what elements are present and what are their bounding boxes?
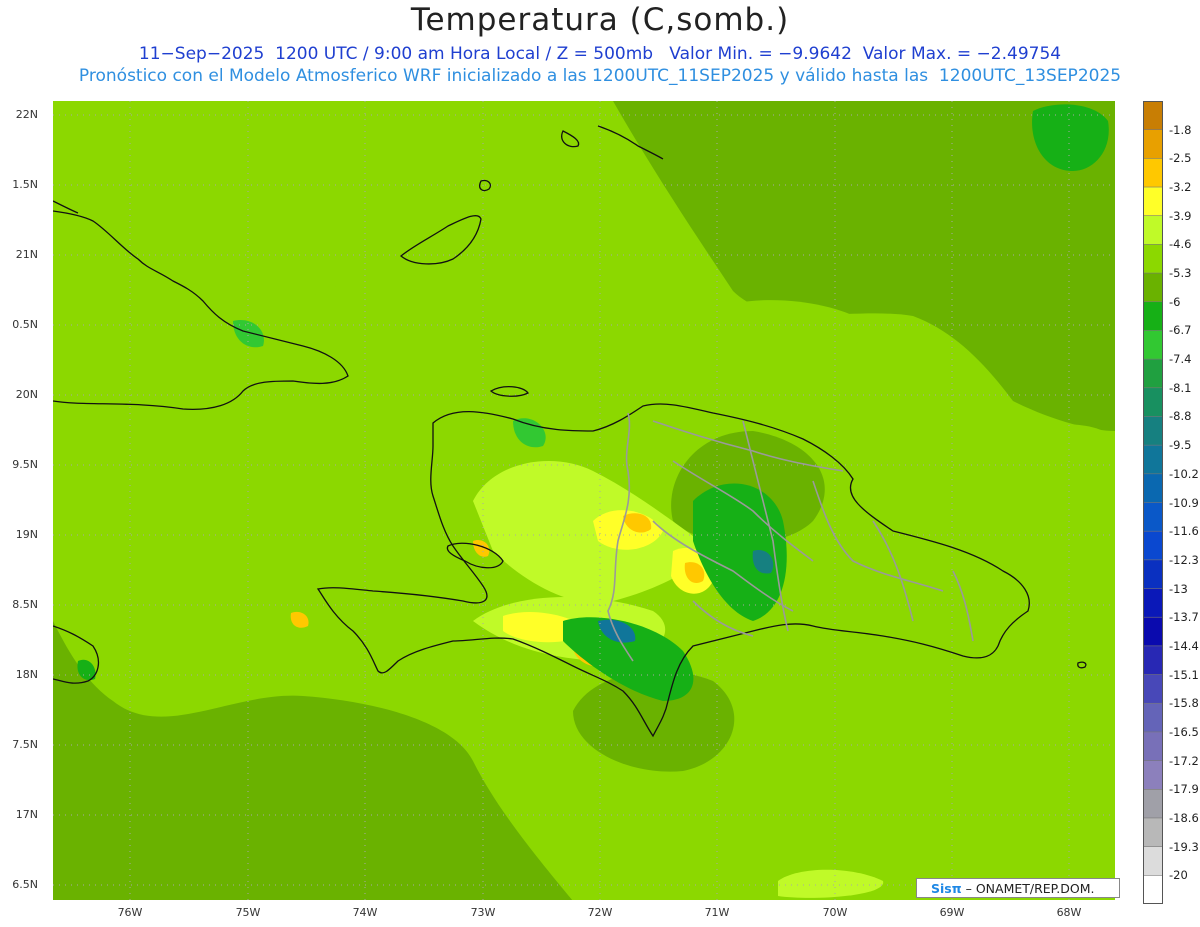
lon-label: 70W	[822, 906, 848, 919]
colorbar-swatch	[1143, 272, 1163, 303]
colorbar-swatch	[1143, 129, 1163, 160]
colorbar-label: -12.3	[1169, 552, 1199, 567]
colorbar-label: -15.8	[1169, 696, 1199, 711]
colorbar-label: -3.2	[1169, 180, 1192, 195]
colorbar-label: -8.8	[1169, 409, 1192, 424]
colorbar-swatch	[1143, 559, 1163, 590]
lat-label: 17N	[15, 808, 38, 821]
colorbar-label: -1.8	[1169, 122, 1192, 137]
lat-label: 8.5N	[12, 598, 38, 611]
colorbar-swatch	[1143, 875, 1163, 904]
colorbar-swatch	[1143, 702, 1163, 733]
colorbar-swatch	[1143, 244, 1163, 274]
colorbar-label: -11.6	[1169, 524, 1199, 539]
colorbar-label: -8.1	[1169, 380, 1192, 395]
colorbar-swatch	[1143, 215, 1163, 246]
map-subtitle-run-info: 11−Sep−2025 1200 UTC / 9:00 am Hora Loca…	[138, 44, 1062, 64]
colorbar-swatch	[1143, 473, 1163, 504]
lat-label: 9.5N	[12, 458, 38, 471]
colorbar-swatch	[1143, 817, 1163, 848]
lon-label: 74W	[352, 906, 378, 919]
colorbar-label: -20	[1169, 868, 1188, 883]
colorbar-label: -4.6	[1169, 237, 1192, 252]
lat-label: 20N	[15, 388, 38, 401]
colorbar-label: -13.7	[1169, 610, 1199, 625]
colorbar-label: -18.6	[1169, 810, 1199, 825]
colorbar-label: -16.5	[1169, 724, 1199, 739]
lat-label: 21N	[15, 248, 38, 261]
colorbar-swatch	[1143, 101, 1163, 131]
colorbar-label: -13	[1169, 581, 1188, 596]
colorbar-swatch	[1143, 330, 1163, 360]
lon-label: 68W	[1056, 906, 1082, 919]
colorbar-swatch	[1143, 674, 1163, 705]
colorbar-swatch	[1143, 731, 1163, 762]
lat-label: 22N	[15, 108, 38, 121]
credit-text: – ONAMET/REP.DOM.	[965, 881, 1095, 896]
colorbar-label: -2.5	[1169, 151, 1192, 166]
colorbar-swatch	[1143, 186, 1163, 217]
lat-label: 0.5N	[12, 318, 38, 331]
lon-label: 71W	[704, 906, 730, 919]
colorbar-label: -7.4	[1169, 352, 1192, 367]
lon-label: 72W	[587, 906, 613, 919]
colorbar-swatch	[1143, 416, 1163, 446]
credit-brand: Sisπ	[931, 881, 962, 896]
colorbar-swatch	[1143, 645, 1163, 676]
colorbar-swatch	[1143, 502, 1163, 532]
lat-label: 6.5N	[12, 878, 38, 891]
colorbar-swatch	[1143, 588, 1163, 619]
lon-label: 73W	[470, 906, 496, 919]
colorbar-swatch	[1143, 530, 1163, 561]
colorbar-swatch	[1143, 760, 1163, 791]
lon-label: 75W	[235, 906, 261, 919]
colorbar-label: -10.9	[1169, 495, 1199, 510]
lon-label: 76W	[117, 906, 143, 919]
credit-box: Sisπ – ONAMET/REP.DOM.	[916, 878, 1120, 898]
colorbar-swatch	[1143, 387, 1163, 418]
colorbar-swatch	[1143, 444, 1163, 475]
colorbar-label: -5.3	[1169, 266, 1192, 281]
lat-label: 19N	[15, 528, 38, 541]
colorbar-label: -6.7	[1169, 323, 1192, 338]
colorbar-swatch	[1143, 616, 1163, 647]
map-title: Temperatura (C,somb.)	[410, 2, 790, 38]
lat-label: 7.5N	[12, 738, 38, 751]
colorbar-swatch	[1143, 846, 1163, 877]
colorbar-label: -19.3	[1169, 839, 1199, 854]
colorbar-label: -17.2	[1169, 753, 1199, 768]
colorbar-label: -14.4	[1169, 638, 1199, 653]
colorbar-swatch	[1143, 358, 1163, 389]
colorbar-label: -9.5	[1169, 438, 1192, 453]
colorbar-swatch	[1143, 301, 1163, 332]
lon-label: 69W	[939, 906, 965, 919]
temperature-map	[53, 101, 1115, 900]
colorbar-label: -6	[1169, 294, 1181, 309]
colorbar-swatch	[1143, 158, 1163, 188]
lat-label: 1.5N	[12, 178, 38, 191]
map-subtitle-model-info: Pronóstico con el Modelo Atmosferico WRF…	[78, 66, 1122, 86]
colorbar-label: -3.9	[1169, 208, 1192, 223]
colorbar	[1143, 101, 1163, 904]
colorbar-label: -15.1	[1169, 667, 1199, 682]
colorbar-label: -10.2	[1169, 466, 1199, 481]
colorbar-swatch	[1143, 788, 1163, 819]
lat-label: 18N	[15, 668, 38, 681]
colorbar-label: -17.9	[1169, 782, 1199, 797]
